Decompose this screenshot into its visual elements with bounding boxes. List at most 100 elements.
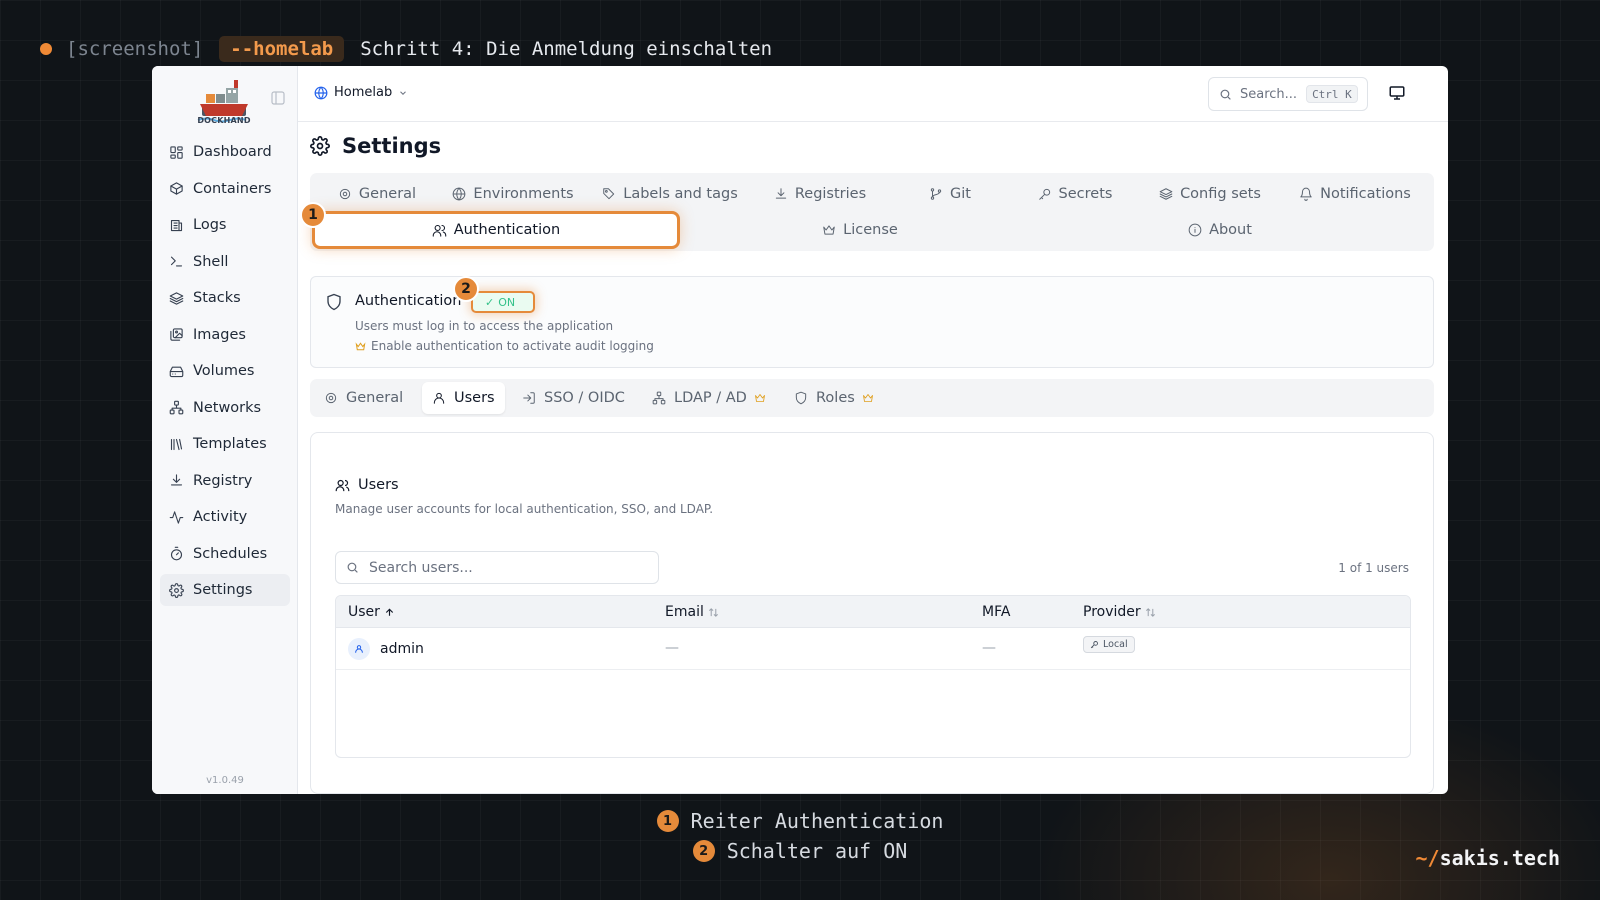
sidebar-item-settings[interactable]: Settings <box>160 574 290 606</box>
sidebar-item-logs[interactable]: Logs <box>160 209 290 241</box>
tab-label: Git <box>950 186 971 202</box>
users-icon <box>335 479 350 491</box>
legend-text: Schalter auf ON <box>726 839 908 863</box>
subtab-label: Roles <box>816 390 855 406</box>
tab-license[interactable]: License <box>790 214 930 246</box>
tab-label: License <box>843 222 898 238</box>
sidebar-item-label: Registry <box>193 472 253 489</box>
tab-git[interactable]: Git <box>910 178 990 210</box>
tab-label: Secrets <box>1058 186 1113 202</box>
brand-name: sakis.tech <box>1439 846 1560 870</box>
global-search[interactable]: Search... Ctrl K <box>1208 77 1368 111</box>
auth-subtabs: General Users SSO / OIDC LDAP / AD Roles <box>310 379 1434 417</box>
tab-label: Labels and tags <box>623 186 738 202</box>
tab-labels-and-tags[interactable]: Labels and tags <box>595 178 745 210</box>
sidebar-item-label: Settings <box>193 582 253 598</box>
sidebar-item-schedules[interactable]: Schedules <box>160 538 290 570</box>
main-content: Homelab Search... Ctrl K Settings Genera… <box>298 66 1448 794</box>
authentication-note: Enable authentication to activate audit … <box>355 339 654 353</box>
sidebar-item-shell[interactable]: Shell <box>160 246 290 278</box>
sidebar-item-volumes[interactable]: Volumes <box>160 355 290 387</box>
environment-selector[interactable]: Homelab <box>314 85 414 100</box>
sidebar-collapse-icon[interactable] <box>271 91 285 105</box>
tab-notifications[interactable]: Notifications <box>1290 178 1420 210</box>
users-card-title-text: Users <box>358 477 399 493</box>
tab-config-sets[interactable]: Config sets <box>1150 178 1270 210</box>
crown-icon <box>355 341 366 350</box>
dashboard-icon <box>170 145 183 159</box>
search-icon <box>1220 89 1231 100</box>
user-search-input[interactable] <box>369 559 639 576</box>
sidebar-item-stacks[interactable]: Stacks <box>160 282 290 314</box>
gear-icon <box>310 136 330 156</box>
monitor-icon[interactable] <box>1388 84 1406 102</box>
tab-label: General <box>358 186 417 202</box>
tab-environments[interactable]: Environments <box>448 178 578 210</box>
key-icon <box>1090 641 1098 649</box>
tab-registries[interactable]: Registries <box>760 178 880 210</box>
sidebar-item-label: Logs <box>193 217 227 233</box>
shield-icon <box>795 391 807 405</box>
authentication-toggle[interactable]: ✓ ON <box>471 291 535 313</box>
column-header-user[interactable]: User <box>348 604 395 620</box>
authentication-note-text: Enable authentication to activate audit … <box>371 339 654 353</box>
sidebar-item-label: Containers <box>193 180 272 197</box>
subtab-roles[interactable]: Roles <box>784 382 884 414</box>
globe-icon <box>314 86 328 99</box>
column-header-mfa: MFA <box>982 604 1010 620</box>
user-icon <box>355 645 363 653</box>
sidebar-item-networks[interactable]: Networks <box>160 392 290 424</box>
sidebar-item-label: Images <box>193 326 246 343</box>
screenshot-caption: [screenshot] --homelab Schritt 4: Die An… <box>40 36 772 62</box>
sidebar-item-label: Stacks <box>193 290 241 306</box>
sidebar-item-registry[interactable]: Registry <box>160 465 290 497</box>
gear-icon <box>339 188 351 200</box>
users-card-title: Users <box>335 477 399 493</box>
column-label: Provider <box>1083 604 1141 620</box>
user-name: admin <box>380 641 424 657</box>
images-icon <box>170 328 183 341</box>
sidebar-item-containers[interactable]: Containers <box>160 173 290 205</box>
table-row[interactable]: admin — — Local <box>336 628 1410 670</box>
tab-label: About <box>1209 222 1252 238</box>
gear-icon <box>325 392 337 404</box>
sort-icon <box>1145 607 1155 617</box>
caption-pill: --homelab <box>219 36 345 62</box>
subtab-general[interactable]: General <box>314 382 413 414</box>
subtab-ldap-ad[interactable]: LDAP / AD <box>642 382 776 414</box>
layers-icon <box>169 291 184 305</box>
chevron-down-icon <box>400 90 407 95</box>
sidebar-item-activity[interactable]: Activity <box>160 501 290 533</box>
legend-item-1: 1 Reiter Authentication <box>0 806 1600 836</box>
search-icon <box>347 562 358 573</box>
bell-icon <box>1300 187 1312 201</box>
tab-general[interactable]: General <box>322 178 432 210</box>
timer-icon <box>170 546 183 561</box>
sidebar-item-images[interactable]: Images <box>160 319 290 351</box>
provider-label: Local <box>1103 639 1128 650</box>
tab-authentication[interactable]: Authentication <box>315 214 677 246</box>
subtab-sso-oidc[interactable]: SSO / OIDC <box>512 382 635 414</box>
sidebar-item-label: Networks <box>193 399 262 416</box>
sidebar-item-label: Templates <box>193 436 267 452</box>
column-header-provider[interactable]: Provider <box>1083 604 1156 620</box>
top-bar: Homelab Search... Ctrl K <box>298 66 1448 122</box>
environment-name: Homelab <box>334 85 393 100</box>
column-label: MFA <box>982 604 1011 620</box>
callout-badge-2: 2 <box>453 276 479 302</box>
sidebar-item-templates[interactable]: Templates <box>160 428 290 460</box>
tab-label: Environments <box>473 186 574 202</box>
activity-icon <box>169 510 184 524</box>
tab-secrets[interactable]: Secrets <box>1020 178 1130 210</box>
sidebar-item-label: Activity <box>193 509 248 525</box>
legend-text: Reiter Authentication <box>690 809 944 833</box>
git-branch-icon <box>930 188 942 200</box>
sidebar-item-dashboard[interactable]: Dashboard <box>160 136 290 168</box>
column-header-email[interactable]: Email <box>665 604 719 620</box>
subtab-label: Users <box>454 390 495 406</box>
user-search-field[interactable] <box>335 551 659 584</box>
sort-icon <box>708 607 718 617</box>
tab-about[interactable]: About <box>1160 214 1280 246</box>
app-version: v1.0.49 <box>206 775 244 786</box>
subtab-users[interactable]: Users <box>422 382 505 414</box>
